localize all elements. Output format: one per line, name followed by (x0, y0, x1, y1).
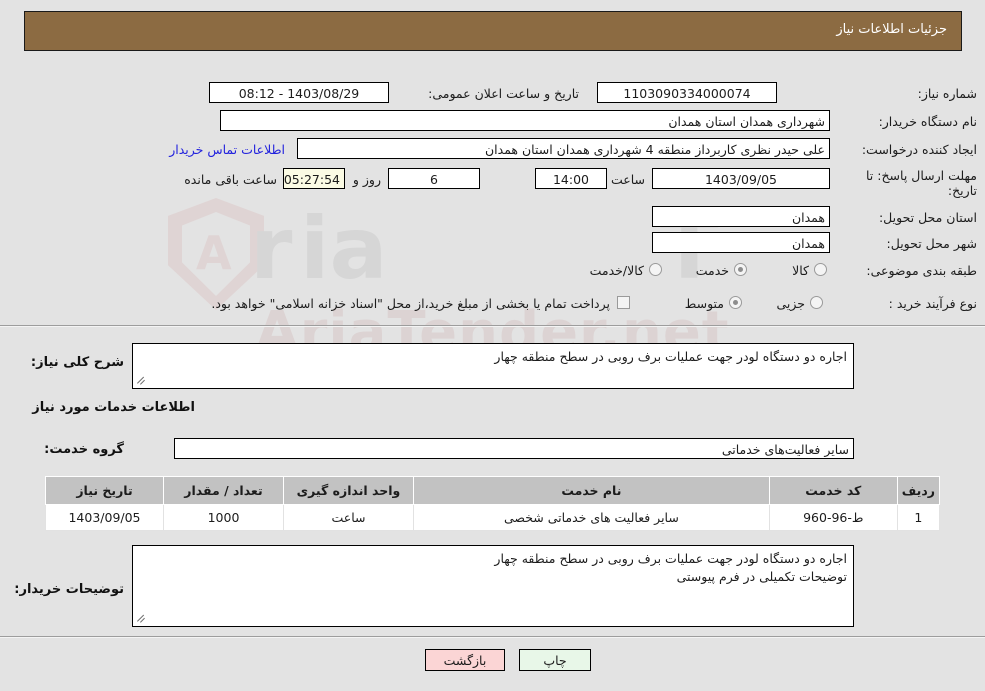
announce-datetime-field: 1403/08/29 - 08:12 (209, 82, 389, 103)
category-label: طبقه بندی موضوعی: (866, 263, 977, 278)
category-radio-khedmat[interactable] (734, 263, 747, 276)
category-radio-kala[interactable] (814, 263, 827, 276)
buyer-notes-textarea[interactable]: اجاره دو دستگاه لودر جهت عملیات برف روبی… (132, 545, 854, 627)
delivery-city-field: همدان (652, 232, 830, 253)
cell-row: 1 (896, 504, 941, 531)
service-group-label: گروه خدمت: (44, 442, 124, 457)
services-section-heading: اطلاعات خدمات مورد نیاز (32, 400, 195, 415)
col-service-code: کد خدمت (768, 476, 898, 505)
resize-grip-icon[interactable] (136, 374, 148, 386)
deadline-label: مهلت ارسال پاسخ: تا تاریخ: (866, 168, 977, 198)
cell-quantity: 1000 (163, 504, 284, 531)
table-header-row: ردیف کد خدمت نام خدمت واحد اندازه گیری ت… (45, 476, 941, 505)
table-row: 1 ط-96-960 سایر فعالیت های خدماتی شخصی س… (45, 504, 941, 531)
remaining-days-field: 6 (388, 168, 480, 189)
treasury-checkbox[interactable] (617, 296, 630, 309)
buyer-contact-link[interactable]: اطلاعات تماس خریدار (169, 142, 285, 157)
cell-service-name: سایر فعالیت های خدماتی شخصی (413, 504, 770, 531)
category-option-kala-khedmat-label: کالا/خدمت (589, 263, 644, 278)
process-label: نوع فرآیند خرید : (888, 296, 977, 311)
title-bar: جزئیات اطلاعات نیاز (24, 11, 962, 51)
buyer-org-field: شهرداری همدان استان همدان (220, 110, 830, 131)
countdown-field: 05:27:54 (283, 168, 345, 189)
hour-label: ساعت (610, 172, 645, 187)
buyer-notes-line-1: اجاره دو دستگاه لودر جهت عملیات برف روبی… (494, 551, 847, 566)
need-description-text: اجاره دو دستگاه لودر جهت عملیات برف روبی… (494, 349, 847, 364)
section-divider-bottom (0, 636, 985, 638)
days-label: روز و (352, 172, 381, 187)
cell-unit: ساعت (283, 504, 414, 531)
delivery-city-label: شهر محل تحویل: (886, 236, 977, 251)
delivery-province-label: استان محل تحویل: (878, 210, 977, 225)
need-number-field: 1103090334000074 (597, 82, 777, 103)
process-option-motavaset-label: متوسط (684, 296, 724, 311)
category-radio-kala-khedmat[interactable] (649, 263, 662, 276)
delivery-province-field: همدان (652, 206, 830, 227)
treasury-note: پرداخت تمام یا بخشی از مبلغ خرید،از محل … (211, 296, 610, 311)
creator-label: ایجاد کننده درخواست: (861, 142, 977, 157)
buyer-org-label: نام دستگاه خریدار: (878, 114, 977, 129)
process-radio-motavaset[interactable] (729, 296, 742, 309)
col-need-date: تاریخ نیاز (45, 476, 164, 505)
deadline-time-field: 14:00 (535, 168, 607, 189)
need-description-label: شرح کلی نیاز: (30, 355, 124, 370)
remaining-hours-label: ساعت باقی مانده (184, 172, 277, 187)
resize-grip-icon[interactable] (136, 612, 148, 624)
print-button[interactable]: چاپ (519, 649, 591, 671)
col-service-name: نام خدمت (413, 476, 770, 505)
creator-field: علی حیدر نظری کاربرداز منطقه 4 شهرداری ه… (297, 138, 830, 159)
category-option-kala-label: کالا (792, 263, 809, 278)
need-number-label: شماره نیاز: (917, 86, 977, 101)
buyer-notes-label: توضیحات خریدار: (14, 582, 124, 597)
col-row: ردیف (896, 476, 941, 505)
need-info-block: شماره نیاز: 1103090334000074 تاریخ و ساع… (0, 60, 985, 322)
need-description-textarea[interactable]: اجاره دو دستگاه لودر جهت عملیات برف روبی… (132, 343, 854, 389)
category-option-khedmat-label: خدمت (695, 263, 729, 278)
col-unit: واحد اندازه گیری (283, 476, 414, 505)
process-option-jozei-label: جزیی (776, 296, 805, 311)
cell-service-code: ط-96-960 (768, 504, 898, 531)
service-group-field: سایر فعالیت‌های خدماتی (174, 438, 854, 459)
page-title: جزئیات اطلاعات نیاز (836, 22, 947, 37)
services-table: ردیف کد خدمت نام خدمت واحد اندازه گیری ت… (45, 476, 941, 531)
section-divider-top (0, 325, 985, 327)
announce-datetime-label: تاریخ و ساعت اعلان عمومی: (428, 86, 579, 101)
page-root: A r ia T AriaTender.net جزئیات اطلاعات ن… (0, 0, 985, 691)
col-quantity: تعداد / مقدار (163, 476, 284, 505)
deadline-date-field: 1403/09/05 (652, 168, 830, 189)
process-radio-jozei[interactable] (810, 296, 823, 309)
buyer-notes-line-2: توضیحات تکمیلی در فرم پیوستی (676, 569, 847, 584)
cell-need-date: 1403/09/05 (45, 504, 164, 531)
back-button[interactable]: بازگشت (425, 649, 505, 671)
